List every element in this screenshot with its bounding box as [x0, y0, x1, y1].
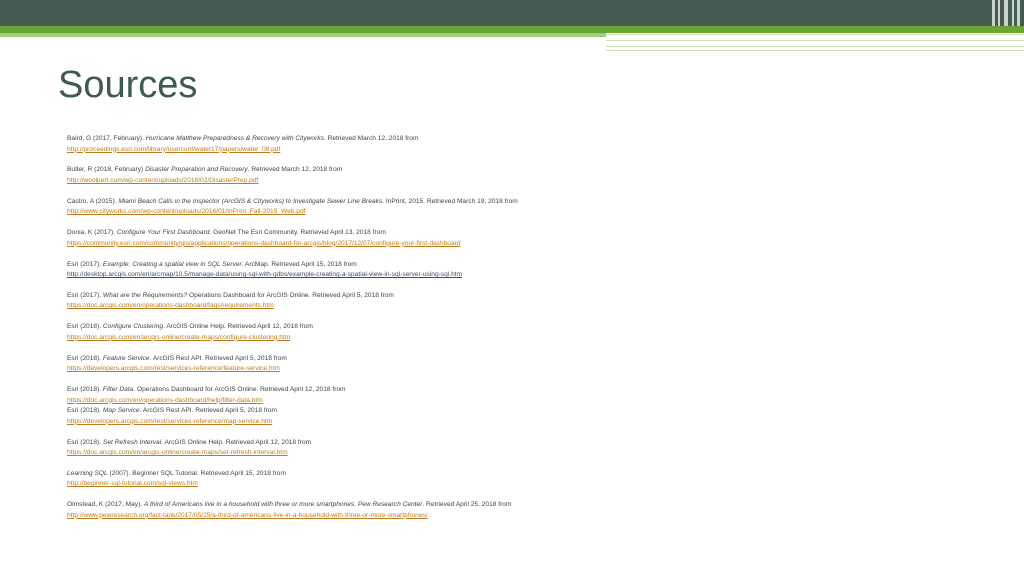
- reference-item: Butler, R (2018, February) Disaster Prep…: [67, 165, 967, 186]
- header-deco-stripe: [998, 0, 1000, 26]
- reference-link[interactable]: https://doc.arcgis.com/en/operations-das…: [67, 396, 967, 407]
- header-deco-stripe: [1012, 0, 1014, 26]
- header-deco-stripe: [1004, 0, 1008, 26]
- reference-citation: Esri (2018). Set Refresh Interval. ArcGI…: [67, 438, 312, 446]
- header-lime-band: [0, 33, 606, 37]
- header-deco-line: [606, 34, 1024, 35]
- reference-link[interactable]: http://woolpert.com/wp-content/uploads/2…: [67, 176, 967, 187]
- reference-citation: Castro, A (2015). Miami Beach Calls in t…: [67, 197, 518, 205]
- reference-item: Olmstead, K (2017, May). A third of Amer…: [67, 500, 967, 521]
- header-dark-band: [0, 0, 1024, 26]
- reference-link[interactable]: http://desktop.arcgis.com/en/arcmap/10.5…: [67, 270, 967, 281]
- reference-citation: Baird, G (2017, February). Hurricane Mat…: [67, 135, 419, 142]
- reference-citation: Esri (2018). Map Service. ArcGIS Rest AP…: [67, 407, 278, 415]
- reference-link[interactable]: https://doc.arcgis.com/en/arcgis-online/…: [67, 333, 967, 344]
- reference-citation: Esri (2017). What are the Requirements? …: [67, 291, 394, 299]
- reference-item: Donia, K (2017). Configure Your First Da…: [67, 228, 967, 249]
- reference-item: Esri (2018). Set Refresh Interval. ArcGI…: [67, 438, 967, 459]
- reference-citation: Esri (2017). Example: Creating a spatial…: [67, 260, 357, 268]
- reference-link[interactable]: http://www.pewresearch.org/fact-tank/201…: [67, 511, 967, 522]
- reference-item: Esri (2018). Filter Data. Operations Das…: [67, 385, 967, 406]
- reference-citation: Esri (2018). Configure Clustering. ArcGI…: [67, 323, 313, 331]
- reference-link[interactable]: http://www.cityworks.com/wp-content/uplo…: [67, 207, 967, 218]
- reference-item: Esri (2018). Feature Service. ArcGIS Res…: [67, 354, 967, 375]
- reference-item: Esri (2018). Configure Clustering. ArcGI…: [67, 322, 967, 343]
- reference-link[interactable]: https://community.esri.com/community/gis…: [67, 239, 967, 250]
- reference-item: Esri (2017). What are the Requirements? …: [67, 291, 967, 312]
- page-title: Sources: [58, 64, 198, 106]
- reference-item: Esri (2018). Map Service. ArcGIS Rest AP…: [67, 406, 967, 427]
- header-deco-stripe: [992, 0, 995, 26]
- reference-item: Learning SQL (2007). Beginner SQL Tutori…: [67, 469, 967, 490]
- reference-citation: Esri (2018). Feature Service. ArcGIS Res…: [67, 354, 287, 362]
- reference-link[interactable]: http://beginner-sql-tutorial.com/sql-vie…: [67, 479, 967, 490]
- reference-citation: Donia, K (2017). Configure Your First Da…: [67, 229, 386, 237]
- reference-item: Baird, G (2017, February). Hurricane Mat…: [67, 134, 967, 155]
- reference-item: Castro, A (2015). Miami Beach Calls in t…: [67, 197, 967, 218]
- header-deco-stripe: [1017, 0, 1020, 26]
- reference-link[interactable]: https://developers.arcgis.com/rest/servi…: [67, 364, 967, 375]
- reference-item: Esri (2017). Example: Creating a spatial…: [67, 260, 967, 281]
- header-deco-line: [606, 40, 1024, 41]
- header-deco-line: [606, 50, 1024, 51]
- reference-citation: Learning SQL (2007). Beginner SQL Tutori…: [67, 469, 286, 477]
- reference-link[interactable]: http://proceedings.esri.com/library/user…: [67, 145, 967, 156]
- reference-citation: Olmstead, K (2017, May). A third of Amer…: [67, 501, 512, 509]
- reference-link[interactable]: https://developers.arcgis.com/rest/servi…: [67, 417, 967, 428]
- reference-list: Baird, G (2017, February). Hurricane Mat…: [67, 134, 967, 532]
- reference-link[interactable]: https://doc.arcgis.com/en/operations-das…: [67, 301, 967, 312]
- header-deco-line: [606, 46, 1024, 47]
- header-green-band: [0, 26, 1024, 33]
- reference-citation: Butler, R (2018, February) Disaster Prep…: [67, 166, 343, 174]
- reference-citation: Esri (2018). Filter Data. Operations Das…: [67, 386, 346, 394]
- reference-link[interactable]: https://doc.arcgis.com/en/arcgis-online/…: [67, 448, 967, 459]
